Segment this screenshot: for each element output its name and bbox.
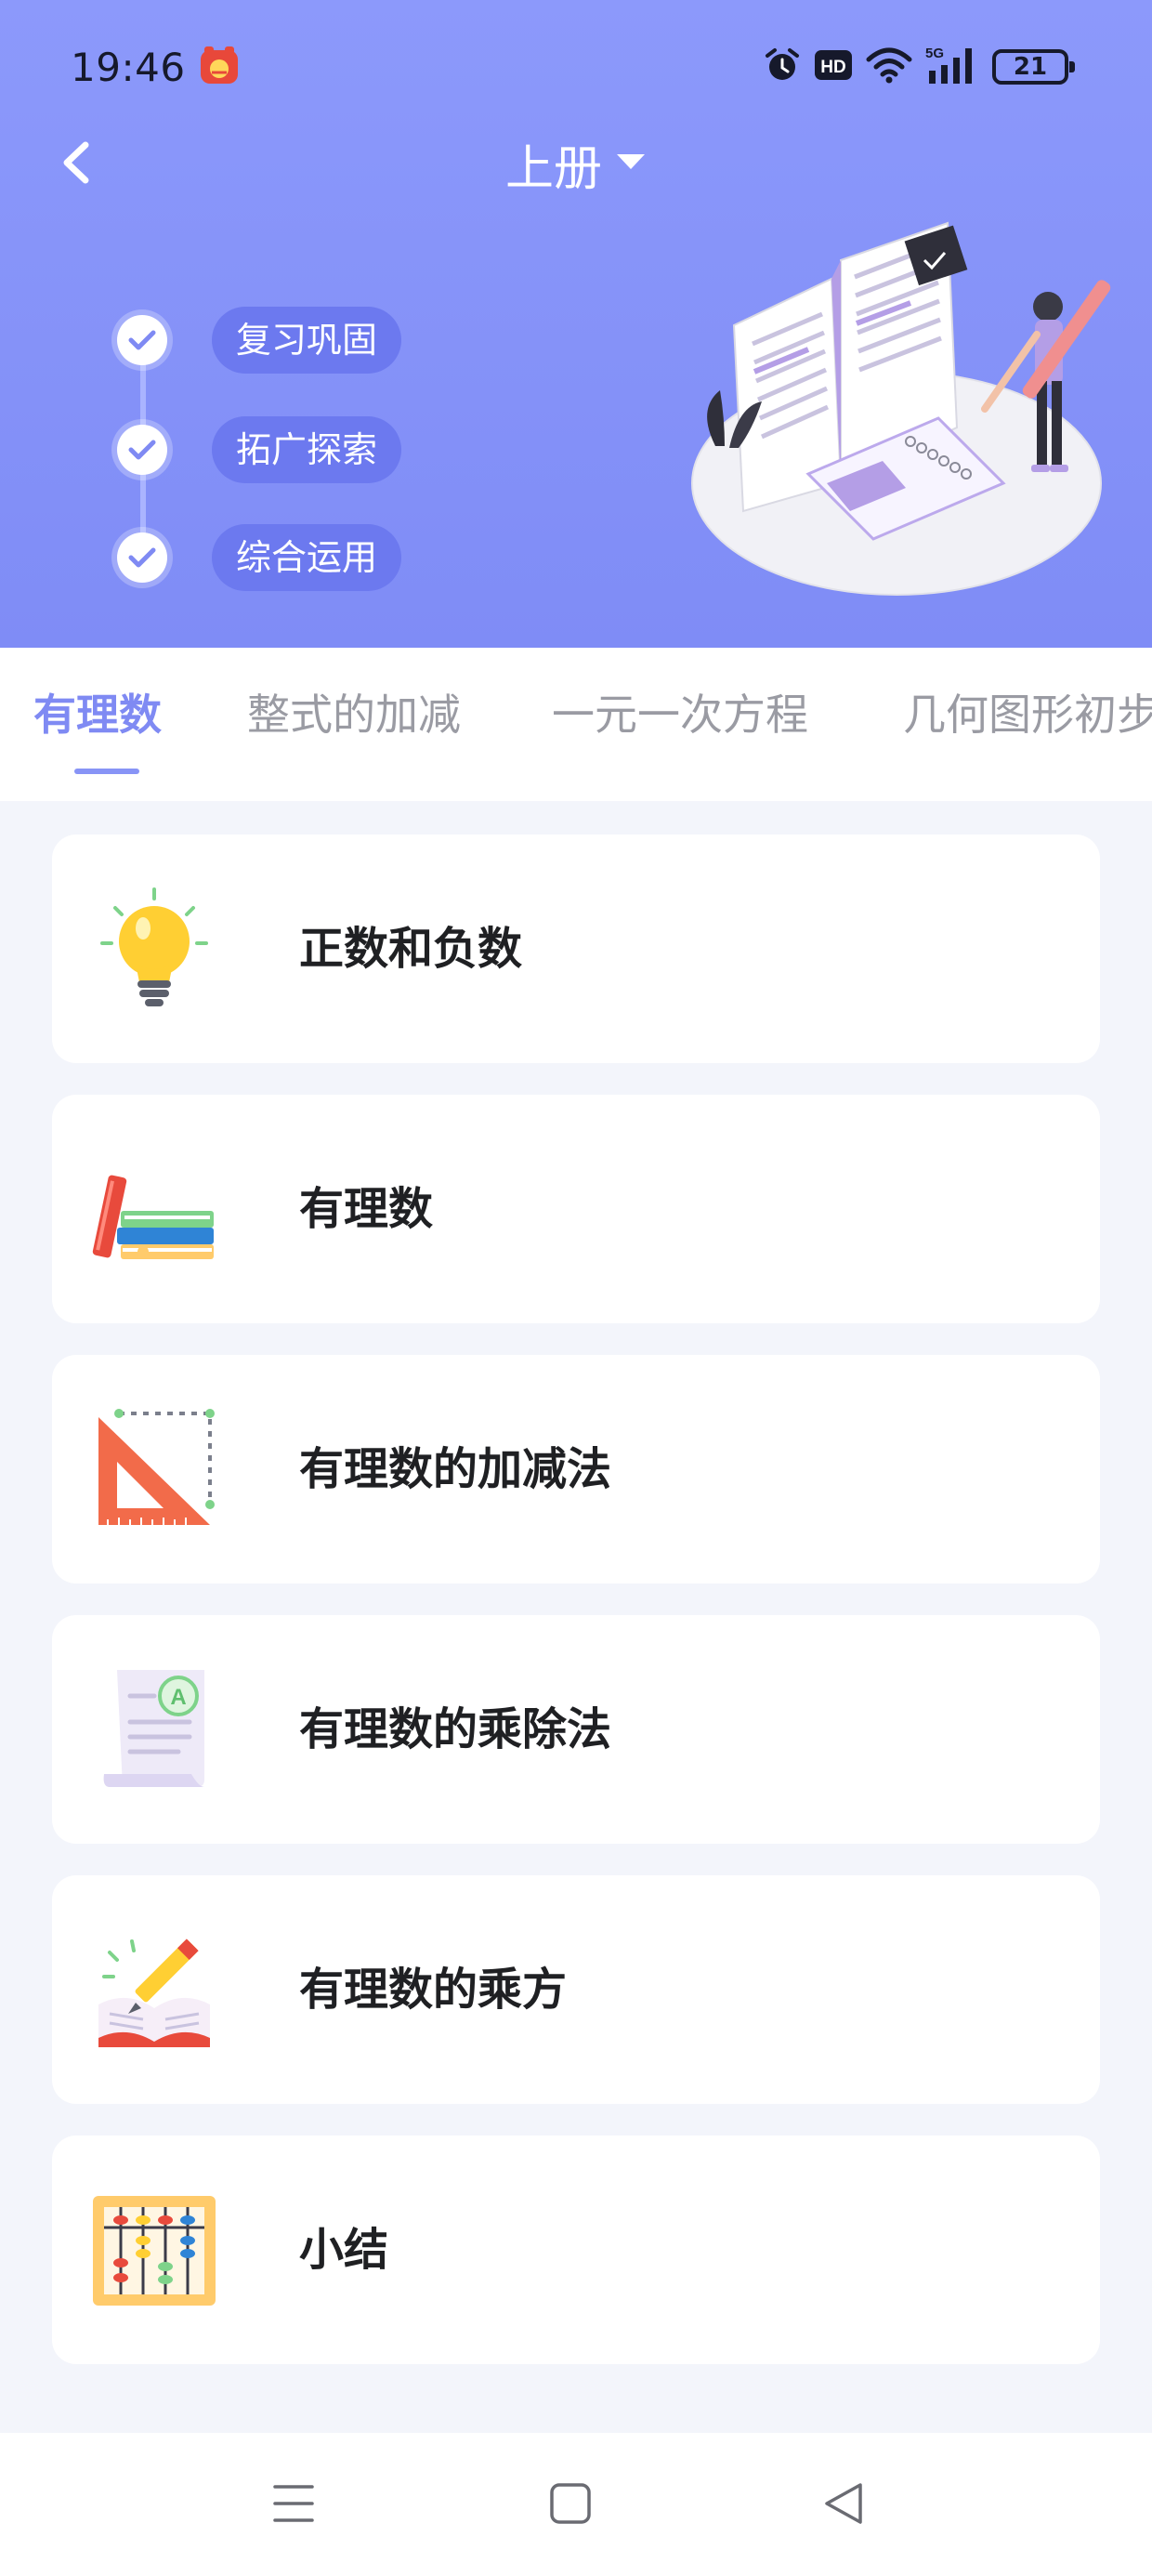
chevron-left-icon <box>63 141 89 184</box>
check-icon <box>117 315 167 365</box>
home-button[interactable] <box>543 2477 598 2530</box>
status-icons: HD 5G 21 <box>764 45 1075 89</box>
step-pill: 综合运用 <box>212 524 402 591</box>
status-bar: 19:46 HD 5G 21 <box>0 37 1152 102</box>
lesson-card[interactable]: 小结 <box>52 2136 1100 2364</box>
screen: 19:46 HD 5G 21 上册 复习巩固 拓广探索 综合运用 有理数 整式的… <box>0 0 1152 2576</box>
step-explore: 拓广探索 <box>117 416 402 483</box>
lesson-card[interactable]: 有理数 <box>52 1095 1100 1323</box>
step-review: 复习巩固 <box>117 307 402 374</box>
lesson-card[interactable]: A 有理数的乘除法 <box>52 1615 1100 1844</box>
lesson-title: 有理数的加减法 <box>299 1443 612 1495</box>
volume-selector[interactable]: 上册 <box>483 130 669 197</box>
lesson-card[interactable]: 有理数的加减法 <box>52 1355 1100 1584</box>
battery-icon: 21 <box>992 49 1075 85</box>
lesson-title: 有理数 <box>299 1183 434 1235</box>
nav-back-button[interactable] <box>816 2477 871 2530</box>
hd-icon: HD <box>814 48 853 85</box>
back-button[interactable] <box>48 130 104 195</box>
books-icon <box>89 1144 219 1274</box>
tab-rational-numbers[interactable]: 有理数 <box>33 681 162 743</box>
menu-icon <box>273 2485 314 2522</box>
reading-illustration <box>678 204 1115 613</box>
check-icon <box>117 532 167 583</box>
lesson-title: 有理数的乘方 <box>299 1964 568 2016</box>
alarm-icon <box>764 46 801 87</box>
tab-polynomial-add-sub[interactable]: 整式的加减 <box>247 681 461 743</box>
check-icon <box>117 425 167 475</box>
wifi-icon <box>866 46 912 87</box>
abacus-icon <box>89 2185 219 2315</box>
triangle-back-icon <box>825 2483 862 2524</box>
step-apply: 综合运用 <box>117 524 402 591</box>
system-nav-bar <box>0 2433 1152 2576</box>
lesson-card[interactable]: 有理数的乘方 <box>52 1875 1100 2104</box>
lesson-title: 小结 <box>299 2224 389 2276</box>
volume-label: 上册 <box>504 140 602 197</box>
lesson-card[interactable]: 正数和负数 <box>52 835 1100 1063</box>
chapter-tabs: 有理数 整式的加减 一元一次方程 几何图形初步 <box>0 648 1152 801</box>
graded-paper-icon: A <box>89 1664 219 1794</box>
lesson-title: 正数和负数 <box>299 923 523 975</box>
tab-geometry-basics[interactable]: 几何图形初步 <box>903 681 1152 743</box>
svg-text:A: A <box>170 1685 186 1710</box>
pencil-book-icon <box>89 1925 219 2055</box>
step-pill: 拓广探索 <box>212 416 402 483</box>
lesson-list: 正数和负数 有理数 有理数的加减法 A 有理数的乘除法 有理数的乘方 小结 <box>52 835 1100 2396</box>
menu-button[interactable] <box>266 2477 321 2530</box>
set-square-icon <box>89 1404 219 1534</box>
lightbulb-icon <box>89 884 219 1014</box>
app-notification-icon <box>199 45 240 85</box>
square-icon <box>550 2483 591 2524</box>
cellular-signal-icon: 5G <box>925 45 979 89</box>
header: 19:46 HD 5G 21 上册 复习巩固 拓广探索 综合运用 <box>0 0 1152 648</box>
caret-down-icon <box>615 152 647 175</box>
status-time: 19:46 <box>71 45 186 90</box>
tab-linear-equation[interactable]: 一元一次方程 <box>552 681 808 743</box>
svg-text:HD: HD <box>820 58 845 77</box>
step-pill: 复习巩固 <box>212 307 402 374</box>
active-tab-indicator <box>74 769 139 774</box>
svg-text:5G: 5G <box>925 46 944 61</box>
lesson-title: 有理数的乘除法 <box>299 1703 612 1755</box>
